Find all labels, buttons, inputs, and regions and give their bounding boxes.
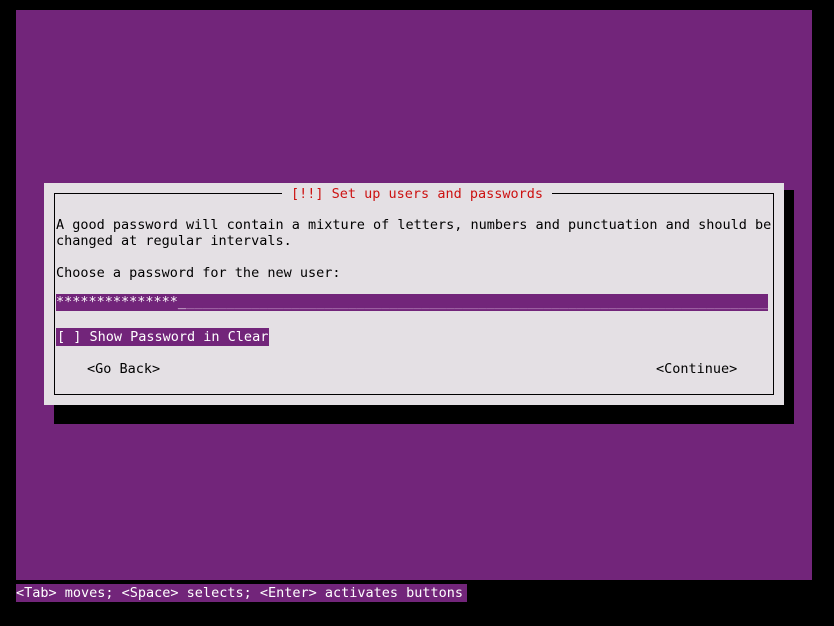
show-password-in-clear-checkbox[interactable]: [ ] Show Password in Clear [56,328,270,346]
dialog-title-text: [!!] Set up users and passwords [282,186,552,202]
description-line-1: A good password will contain a mixture o… [56,217,772,233]
dialog-title: [!!] Set up users and passwords [0,184,834,204]
continue-button-label: <Continue> [656,361,738,377]
go-back-button[interactable]: <Go Back> [87,360,160,378]
password-masked-value: *************** [56,294,178,310]
go-back-button-label: <Go Back> [87,361,161,377]
password-field-filler: ________________________________________… [186,294,768,310]
password-prompt-label: Choose a password for the new user: [56,265,341,281]
keyboard-help-text: <Tab> moves; <Space> selects; <Enter> ac… [16,585,464,601]
text-cursor: _ [177,294,187,310]
description-line-2: changed at regular intervals. [56,233,292,249]
keyboard-help-bar: <Tab> moves; <Space> selects; <Enter> ac… [16,584,468,602]
continue-button[interactable]: <Continue> [656,360,737,378]
checkbox-label: [ ] Show Password in Clear [57,329,269,345]
installer-screen: [!!] Set up users and passwords A good p… [0,0,834,626]
password-input[interactable]: ***************_________________________… [56,294,768,311]
